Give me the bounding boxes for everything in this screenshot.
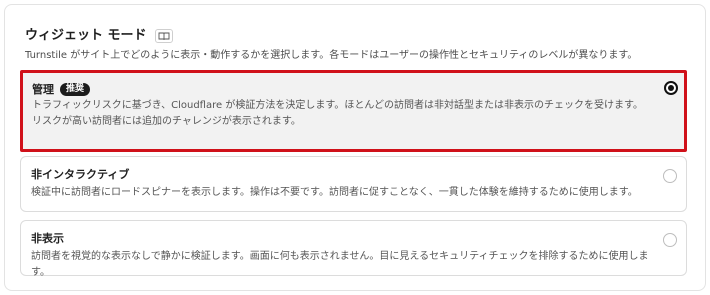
section-header: ウィジェット モード <box>25 27 173 45</box>
radio-managed[interactable] <box>664 81 678 95</box>
option-managed[interactable]: 管理 推奨 トラフィックリスクに基づき、Cloudflare が検証方法を決定し… <box>20 70 687 152</box>
section-description: Turnstile がサイト上でどのように表示・動作するかを選択します。各モード… <box>25 50 638 61</box>
radio-invisible[interactable] <box>663 233 677 247</box>
option-description: トラフィックリスクに基づき、Cloudflare が検証方法を決定します。ほとん… <box>32 100 644 127</box>
book-icon[interactable] <box>154 29 173 43</box>
option-title-row: 非インタラクティブ <box>31 167 129 182</box>
radio-dot-icon <box>668 85 674 91</box>
option-title-row: 非表示 <box>31 231 64 246</box>
option-title: 管理 <box>32 83 54 96</box>
option-title: 非インタラクティブ <box>31 168 130 181</box>
section-title: ウィジェット モード <box>25 28 147 43</box>
option-title: 非表示 <box>31 232 64 245</box>
option-non-interactive[interactable]: 非インタラクティブ 検証中に訪問者にロードスピナーを表示します。操作は不要です。… <box>20 156 687 212</box>
option-description: 訪問者を視覚的な表示なしで静かに検証します。画面に何も表示されません。目に見える… <box>31 251 649 278</box>
option-description: 検証中に訪問者にロードスピナーを表示します。操作は不要です。訪問者に促すことなく… <box>31 187 638 198</box>
option-invisible[interactable]: 非表示 訪問者を視覚的な表示なしで静かに検証します。画面に何も表示されません。目… <box>20 220 687 278</box>
radio-non-interactive[interactable] <box>663 169 677 183</box>
recommended-badge: 推奨 <box>60 83 91 96</box>
option-title-row: 管理 推奨 <box>32 82 91 97</box>
